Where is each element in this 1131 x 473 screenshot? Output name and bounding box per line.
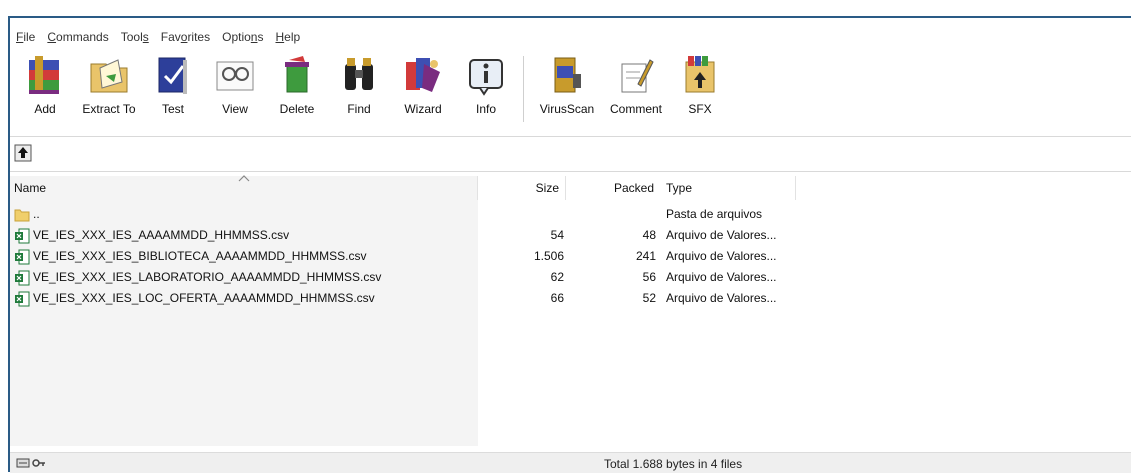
file-name: VE_IES_XXX_IES_LABORATORIO_AAAAMMDD_HHMM… <box>33 270 382 284</box>
file-packed: 52 <box>642 291 656 305</box>
column-header-name[interactable]: Name <box>10 176 478 200</box>
table-row[interactable]: VE_IES_XXX_IES_BIBLIOTECA_AAAAMMDD_HHMMS… <box>10 246 1131 267</box>
file-type: Arquivo de Valores... <box>666 291 777 305</box>
toolbar-separator <box>523 56 524 122</box>
view-button[interactable]: View <box>204 50 266 134</box>
file-packed <box>566 204 656 225</box>
file-name: VE_IES_XXX_IES_LOC_OFERTA_AAAAMMDD_HHMMS… <box>33 291 375 305</box>
delete-trash-icon <box>275 52 319 98</box>
wizard-button[interactable]: Wizard <box>390 50 456 134</box>
virusscan-button[interactable]: VirusScan <box>531 50 603 134</box>
test-button[interactable]: Test <box>142 50 204 134</box>
toolbar: Add Extract To Test View Delete Find Wiz… <box>14 50 731 134</box>
file-size: 62 <box>550 270 564 284</box>
file-packed: 48 <box>642 228 656 242</box>
menu-options[interactable]: Options <box>216 28 269 46</box>
virusscan-icon <box>545 52 589 98</box>
table-row[interactable]: .. Pasta de arquivos <box>10 204 1131 225</box>
key-icon[interactable] <box>32 457 46 469</box>
file-size: 54 <box>550 228 564 242</box>
csv-file-icon <box>15 270 30 285</box>
table-row[interactable]: VE_IES_XXX_IES_LOC_OFERTA_AAAAMMDD_HHMMS… <box>10 288 1131 309</box>
file-type: Pasta de arquivos <box>666 207 763 221</box>
file-type: Arquivo de Valores... <box>666 270 777 284</box>
menu-help[interactable]: Help <box>269 28 306 46</box>
binoculars-icon <box>337 52 381 98</box>
test-book-icon <box>151 52 195 98</box>
up-one-level-icon[interactable] <box>14 144 32 162</box>
find-button[interactable]: Find <box>328 50 390 134</box>
menu-tools[interactable]: Tools <box>115 28 155 46</box>
drive-icon[interactable] <box>16 457 30 469</box>
menu-bar: File Commands Tools Favorites Options He… <box>10 28 306 46</box>
menu-file[interactable]: File <box>10 28 41 46</box>
comment-pen-icon <box>614 52 658 98</box>
file-packed: 241 <box>635 249 656 263</box>
extract-to-button[interactable]: Extract To <box>76 50 142 134</box>
file-size: 1.506 <box>533 249 564 263</box>
column-header-packed[interactable]: Packed <box>566 176 658 200</box>
status-text: Total 1.688 bytes in 4 files <box>604 457 743 471</box>
menu-favorites[interactable]: Favorites <box>155 28 216 46</box>
delete-button[interactable]: Delete <box>266 50 328 134</box>
file-name: VE_IES_XXX_IES_BIBLIOTECA_AAAAMMDD_HHMMS… <box>33 249 367 263</box>
table-row[interactable]: VE_IES_XXX_IES_LABORATORIO_AAAAMMDD_HHMM… <box>10 267 1131 288</box>
view-book-icon <box>213 52 257 98</box>
sfx-archive-icon <box>678 52 722 98</box>
csv-file-icon <box>15 249 30 264</box>
column-header-type[interactable]: Type <box>658 176 796 200</box>
file-name: VE_IES_XXX_IES_AAAAMMDD_HHMMSS.csv <box>33 228 290 242</box>
status-bar: Total 1.688 bytes in 4 files <box>10 452 1131 473</box>
file-packed: 56 <box>642 270 656 284</box>
extract-folder-icon <box>87 52 131 98</box>
file-size: 66 <box>550 291 564 305</box>
list-header: Name Size Packed Type <box>10 175 1131 200</box>
comment-button[interactable]: Comment <box>603 50 669 134</box>
csv-file-icon <box>15 291 30 306</box>
archive-books-icon <box>23 52 67 98</box>
file-size <box>478 204 564 225</box>
column-header-size[interactable]: Size <box>478 176 566 200</box>
info-icon <box>464 52 508 98</box>
info-button[interactable]: Info <box>456 50 516 134</box>
file-type: Arquivo de Valores... <box>666 228 777 242</box>
path-bar <box>10 136 1131 172</box>
file-name: .. <box>33 207 40 221</box>
wizard-icon <box>401 52 445 98</box>
csv-file-icon <box>15 228 30 243</box>
folder-icon <box>14 209 30 221</box>
file-list: Name Size Packed Type .. Pasta de arquiv… <box>10 175 1131 446</box>
sfx-button[interactable]: SFX <box>669 50 731 134</box>
menu-commands[interactable]: Commands <box>41 28 114 46</box>
table-row[interactable]: VE_IES_XXX_IES_AAAAMMDD_HHMMSS.csv 54 48… <box>10 225 1131 246</box>
file-type: Arquivo de Valores... <box>666 249 777 263</box>
add-button[interactable]: Add <box>14 50 76 134</box>
